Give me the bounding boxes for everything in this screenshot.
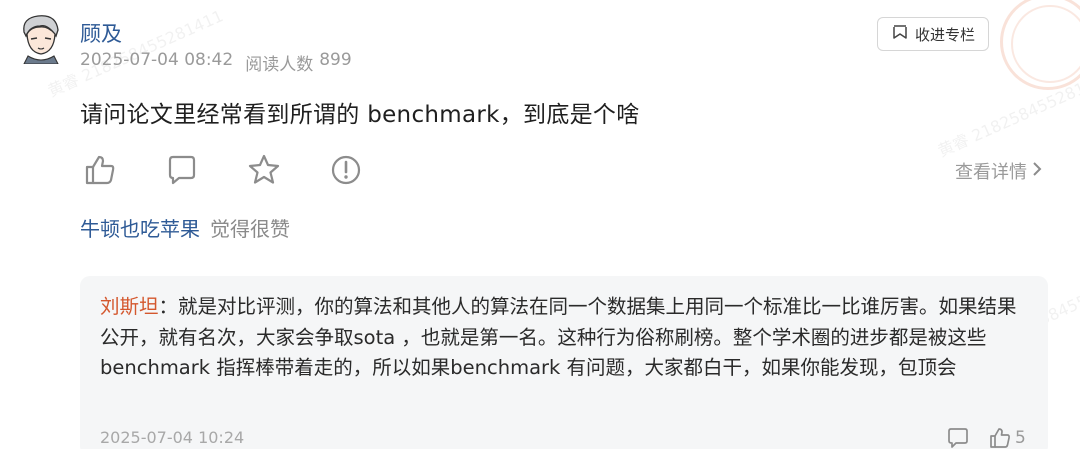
comment-icon[interactable] (164, 152, 200, 188)
reply-like-count: 5 (1015, 428, 1026, 448)
read-count-value: 899 (319, 50, 352, 70)
avatar[interactable] (18, 12, 64, 65)
liker-name[interactable]: 牛顿也吃苹果 (80, 213, 200, 242)
post-page: 黄睿 218258455281411 黄睿 218258455281411 黄睿… (0, 0, 1080, 449)
reply-like-button[interactable]: 5 (988, 426, 1026, 449)
reply-body: 刘斯坦：就是对比评测，你的算法和其他人的算法在同一个数据集上用同一个标准比一比谁… (100, 292, 1035, 384)
reply-actions: 5 (946, 426, 1026, 449)
bookmark-icon (891, 23, 909, 45)
star-icon[interactable] (246, 152, 282, 188)
question-text: 请问论文里经常看到所谓的 benchmark，到底是个啥 (80, 102, 640, 128)
reply-separator: ： (158, 295, 179, 318)
reply-author[interactable]: 刘斯坦 (100, 295, 159, 318)
thumbs-up-icon[interactable] (82, 152, 118, 188)
reply-text: 就是对比评测，你的算法和其他人的算法在同一个数据集上用同一个标准比一比谁厉害。如… (100, 295, 1017, 379)
reply-thumbs-up-icon (988, 426, 1012, 449)
likes-text: 觉得很赞 (210, 217, 290, 241)
add-to-column-label: 收进专栏 (914, 25, 975, 44)
report-icon[interactable] (328, 152, 364, 188)
chevron-right-icon (1031, 161, 1043, 182)
action-bar (82, 152, 410, 188)
read-count: 阅读人数 899 (245, 50, 351, 75)
read-count-label: 阅读人数 (245, 55, 314, 75)
stamp-watermark (1000, 0, 1080, 90)
likes-line: 牛顿也吃苹果 觉得很赞 (80, 213, 290, 242)
reply-comment-icon[interactable] (946, 426, 970, 449)
add-to-column-button[interactable]: 收进专栏 (877, 17, 989, 51)
post-date: 2025-07-04 08:42 (80, 50, 234, 70)
reply-card: 刘斯坦：就是对比评测，你的算法和其他人的算法在同一个数据集上用同一个标准比一比谁… (80, 276, 1048, 449)
author-name[interactable]: 顾及 (80, 18, 122, 48)
post-meta: 2025-07-04 08:42 阅读人数 899 (80, 50, 352, 75)
view-details-label: 查看详情 (955, 162, 1027, 183)
view-details-link[interactable]: 查看详情 (955, 158, 1043, 184)
reply-time: 2025-07-04 10:24 (100, 428, 245, 447)
